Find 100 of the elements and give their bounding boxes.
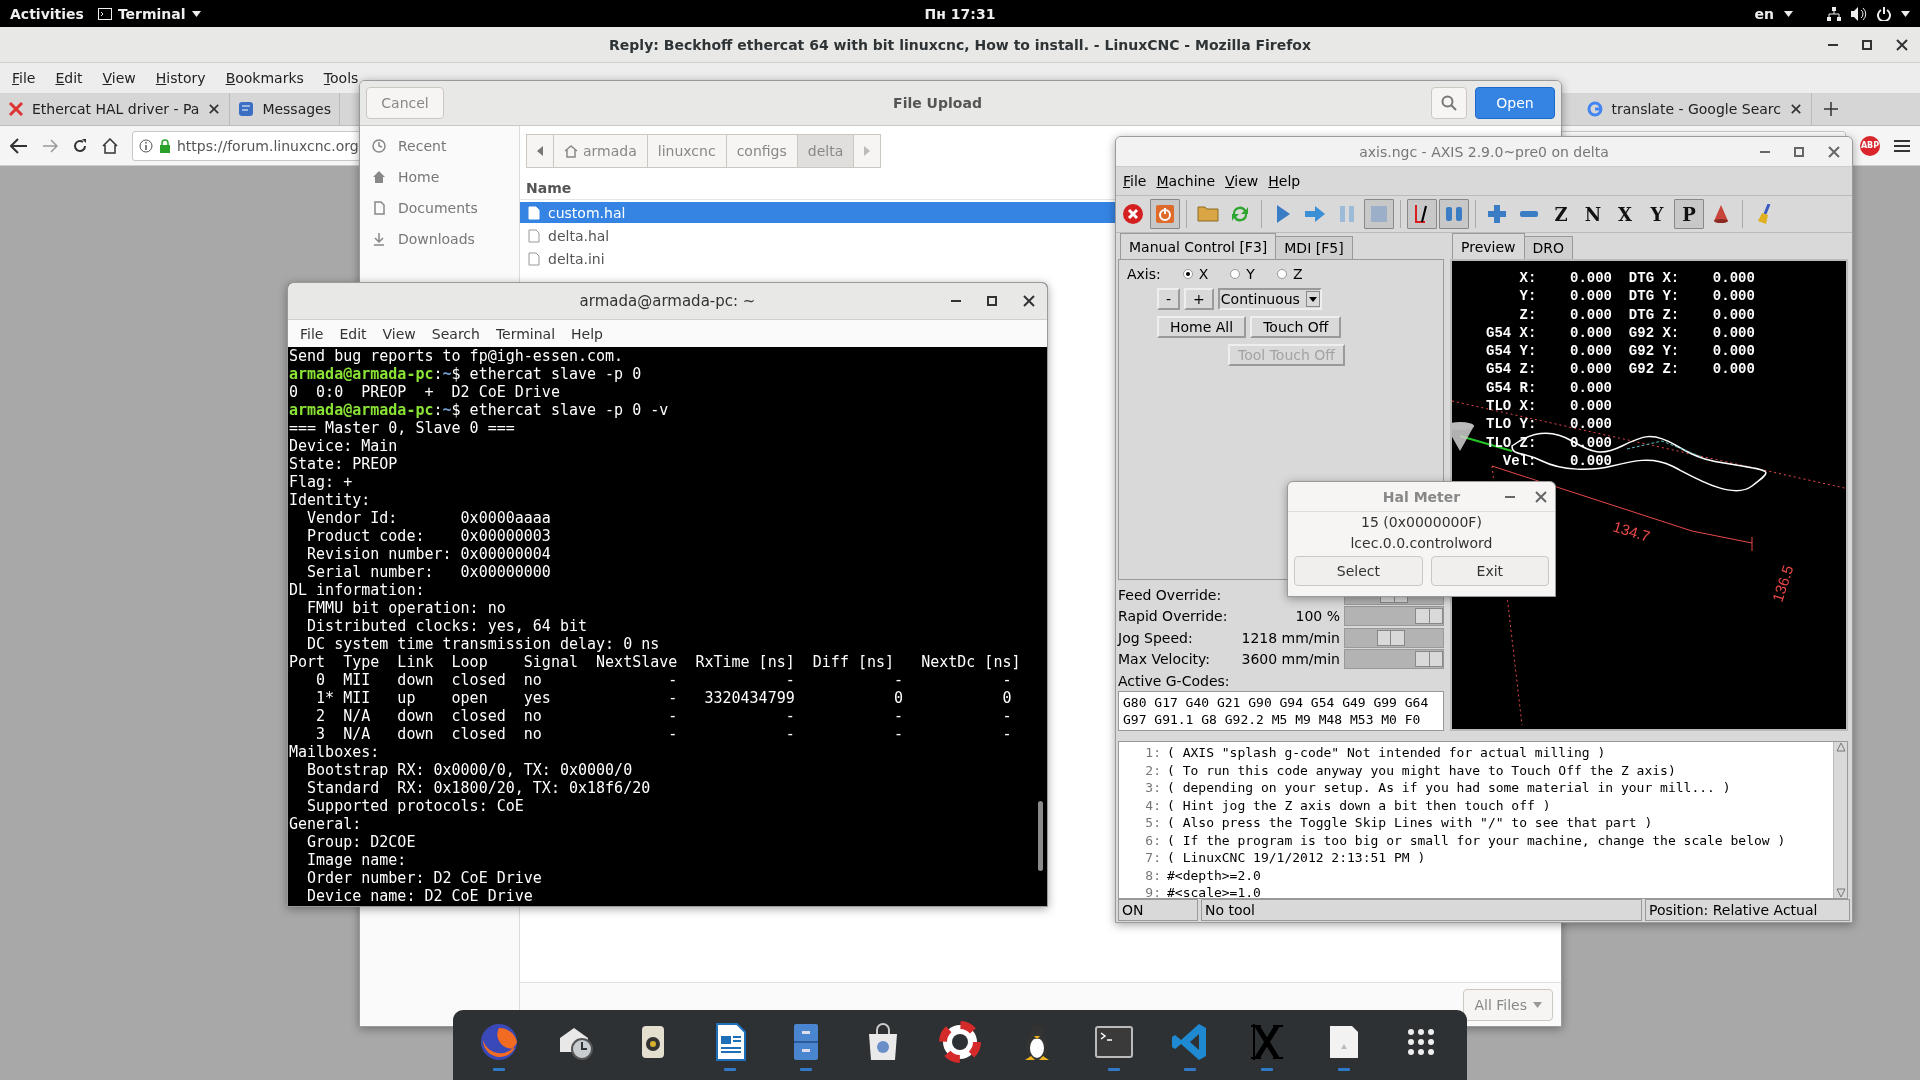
- tab[interactable]: Manual Control [F3]: [1120, 233, 1277, 259]
- site-icon: [8, 101, 24, 117]
- view-button[interactable]: Z: [1546, 199, 1576, 229]
- sidebar-item[interactable]: Downloads: [398, 230, 475, 247]
- jog-plus-button[interactable]: +: [1184, 288, 1214, 310]
- radio-button[interactable]: [1276, 269, 1287, 279]
- view-button[interactable]: Y: [1642, 199, 1672, 229]
- menu-item[interactable]: Search: [423, 325, 488, 342]
- minimize-button[interactable]: [1758, 148, 1772, 155]
- home-icon[interactable]: [102, 137, 118, 154]
- slider-track[interactable]: [1344, 606, 1444, 627]
- power-button[interactable]: [1150, 199, 1180, 229]
- menu-icon[interactable]: [1894, 138, 1910, 153]
- minimize-button[interactable]: [1503, 493, 1517, 500]
- search-button[interactable]: [1431, 87, 1467, 119]
- menu-item[interactable]: Terminal: [487, 325, 564, 342]
- lifebuoy-icon[interactable]: [937, 1019, 982, 1064]
- menu-item[interactable]: Edit: [331, 325, 375, 342]
- tab[interactable]: MDI [F5]: [1275, 236, 1353, 259]
- clock[interactable]: Пн 17:31: [924, 5, 996, 22]
- menu-item[interactable]: Tools: [313, 70, 369, 86]
- action-button[interactable]: Home All: [1157, 316, 1247, 338]
- window-title: armada@armada-pc: ~: [579, 292, 756, 310]
- close-button[interactable]: [1021, 293, 1037, 309]
- column-header[interactable]: Name: [520, 176, 1115, 200]
- tab-close-button[interactable]: [1789, 102, 1803, 116]
- menu-item[interactable]: Help: [1263, 173, 1306, 189]
- reload-icon[interactable]: [72, 137, 88, 154]
- arrow-icon: [1305, 206, 1325, 222]
- radio-button[interactable]: [1230, 269, 1241, 279]
- skip-lines-button[interactable]: [1407, 199, 1437, 229]
- menu-item[interactable]: Machine: [1151, 173, 1221, 189]
- dialog-button[interactable]: Exit: [1430, 556, 1549, 586]
- radio-button[interactable]: [1182, 269, 1193, 279]
- adblock-badge[interactable]: ABP: [1860, 135, 1880, 156]
- file-icon: [528, 251, 540, 266]
- close-button[interactable]: [1826, 143, 1842, 160]
- home-icon: [372, 169, 386, 184]
- terminal-line: Vendor Id: 0x0000aaaa: [306, 509, 552, 527]
- caret-icon: [1784, 10, 1793, 17]
- slider-thumb[interactable]: [1415, 651, 1443, 668]
- menu-item[interactable]: Bookmarks: [215, 70, 314, 86]
- jog-mode-dropdown[interactable]: Continuous: [1217, 288, 1322, 310]
- menu-item[interactable]: File: [292, 325, 332, 342]
- browser-tab[interactable]: Ethercat HAL driver - Pa: [0, 93, 231, 125]
- axis-label: Axis:: [1127, 266, 1161, 282]
- minimize-button[interactable]: [1826, 41, 1840, 48]
- left-arrow-icon: [537, 146, 543, 156]
- file-row[interactable]: custom.hal: [520, 202, 1115, 223]
- view-button[interactable]: X: [1610, 199, 1640, 229]
- maximize-button[interactable]: [1860, 37, 1874, 52]
- line-number: 4:: [1144, 796, 1162, 814]
- forward-icon[interactable]: [42, 138, 58, 153]
- file-row[interactable]: delta.ini: [520, 248, 1115, 269]
- radio-label[interactable]: Z: [1292, 266, 1303, 282]
- sidebar-item[interactable]: Recent: [398, 137, 447, 154]
- view-button[interactable]: P: [1674, 199, 1704, 229]
- sidebar-item[interactable]: Home: [398, 168, 440, 185]
- slider-thumb[interactable]: [1415, 608, 1443, 625]
- language-indicator[interactable]: en: [1754, 5, 1774, 22]
- close-button[interactable]: [1533, 488, 1549, 505]
- tab[interactable]: Preview: [1452, 233, 1525, 259]
- file-row[interactable]: delta.hal: [520, 225, 1115, 246]
- menu-item[interactable]: Help: [563, 325, 611, 342]
- maximize-button[interactable]: [1792, 144, 1806, 159]
- slider-thumb[interactable]: [1376, 629, 1405, 646]
- dialog-button[interactable]: Select: [1294, 556, 1423, 586]
- tab[interactable]: DRO: [1523, 236, 1574, 259]
- activities-button[interactable]: Activities: [10, 5, 84, 22]
- menu-item[interactable]: File: [2, 70, 46, 86]
- jog-minus-button[interactable]: -: [1157, 288, 1181, 310]
- minimize-button[interactable]: [949, 298, 963, 304]
- back-icon[interactable]: [10, 137, 28, 154]
- scrollbar-thumb[interactable]: [1038, 801, 1043, 871]
- menu-item[interactable]: File: [1118, 173, 1152, 189]
- slider-track[interactable]: [1344, 649, 1444, 670]
- menu-item[interactable]: View: [1220, 173, 1264, 189]
- maximize-button[interactable]: [985, 294, 999, 308]
- browser-tab[interactable]: Messages: [230, 93, 341, 125]
- menu-item[interactable]: View: [374, 325, 424, 342]
- sidebar-item[interactable]: Documents: [398, 199, 478, 216]
- slider-track[interactable]: [1344, 627, 1444, 648]
- menu-item[interactable]: History: [145, 70, 216, 86]
- maximize-icon: [987, 296, 997, 306]
- close-button[interactable]: [1894, 36, 1910, 53]
- radio-label[interactable]: X: [1198, 266, 1209, 282]
- open-button[interactable]: Open: [1475, 87, 1555, 119]
- path-back-button[interactable]: [526, 134, 554, 168]
- action-button[interactable]: Touch Off: [1250, 316, 1342, 338]
- radio-label[interactable]: Y: [1246, 266, 1255, 282]
- scrollbar[interactable]: [1833, 742, 1847, 898]
- line-number: 1:: [1144, 744, 1162, 762]
- tab-close-button[interactable]: [207, 102, 222, 116]
- menu-item[interactable]: Edit: [45, 70, 93, 86]
- menu-item[interactable]: View: [92, 70, 146, 86]
- view-button[interactable]: N: [1578, 199, 1608, 229]
- dro-line: G54 R: 0.000: [1486, 378, 1613, 398]
- browser-tab[interactable]: translate - Google Searc: [1579, 93, 1812, 125]
- app-menu[interactable]: Terminal: [117, 5, 186, 22]
- plus-icon: [1488, 205, 1506, 223]
